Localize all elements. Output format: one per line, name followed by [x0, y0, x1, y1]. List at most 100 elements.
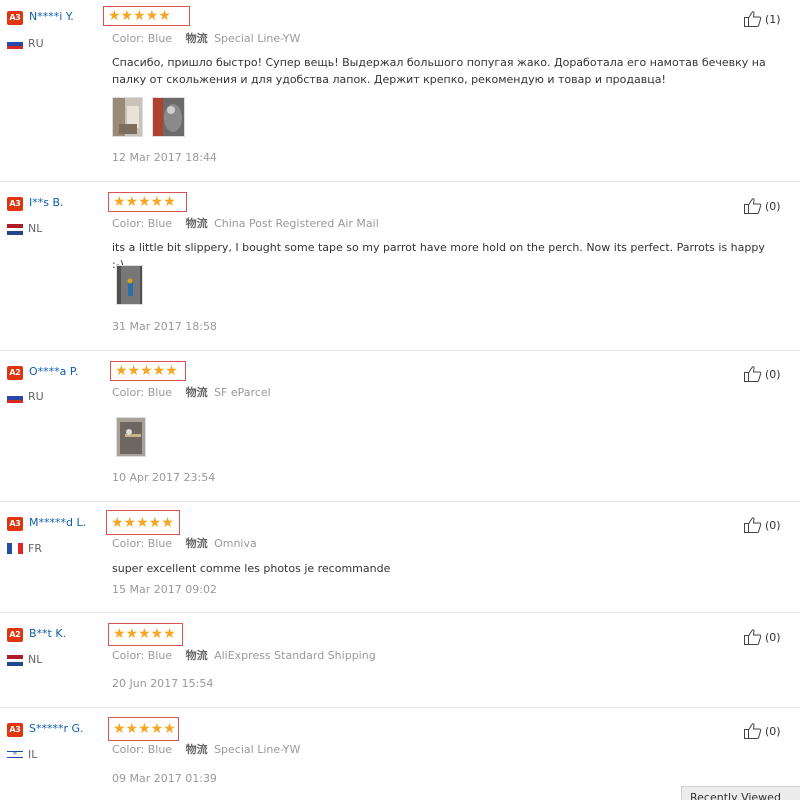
order-info: Color: Blue 物流 SF eParcel — [112, 386, 271, 400]
reviewer-name[interactable]: B**t K. — [29, 627, 66, 641]
country-flag-icon: ✡ — [7, 749, 23, 760]
color-label: Color: — [112, 217, 145, 230]
helpful-button[interactable]: (0) — [743, 515, 793, 535]
shipping-label: 物流 — [185, 743, 208, 756]
thumbs-up-icon — [744, 366, 762, 382]
rating-stars: ★★★★★ — [113, 626, 176, 642]
color-value: Blue — [147, 649, 173, 662]
divider — [0, 181, 800, 182]
order-info: Color: Blue 物流 China Post Registered Air… — [112, 217, 379, 231]
reviewer-name[interactable]: S*****r G. — [29, 722, 84, 736]
thumbs-up-icon — [744, 198, 762, 214]
divider — [0, 501, 800, 502]
shipping-value: Special Line-YW — [214, 32, 301, 45]
photo-image — [113, 98, 142, 136]
reviewer-country: NL — [28, 653, 43, 666]
reviewer-country: IL — [28, 748, 38, 761]
country-flag-icon — [7, 38, 23, 49]
reviewer-country: NL — [28, 222, 43, 235]
helpful-button[interactable]: (0) — [743, 627, 793, 647]
review-date: 09 Mar 2017 01:39 — [112, 772, 217, 785]
rating-stars: ★★★★★ — [115, 363, 178, 379]
review-photo-thumbnail[interactable] — [152, 97, 185, 137]
photo-image — [117, 266, 142, 304]
divider — [0, 707, 800, 708]
rating-highlight: ★★★★★ — [108, 192, 187, 212]
review-date: 10 Apr 2017 23:54 — [112, 471, 216, 484]
helpful-count: (0) — [765, 368, 781, 381]
shipping-label: 物流 — [185, 32, 208, 45]
reviewer-country: RU — [28, 390, 44, 403]
order-info: Color: Blue 物流 Special Line-YW — [112, 32, 300, 46]
country-flag-icon — [7, 392, 23, 403]
helpful-button[interactable]: (1) — [743, 9, 793, 29]
shipping-value: AliExpress Standard Shipping — [214, 649, 376, 662]
helpful-button[interactable]: (0) — [743, 721, 793, 741]
recently-viewed-label: Recently Viewed — [690, 791, 781, 800]
helpful-count: (0) — [765, 200, 781, 213]
rating-stars: ★★★★★ — [113, 721, 176, 737]
shipping-label: 物流 — [185, 386, 208, 399]
helpful-button[interactable]: (0) — [743, 196, 793, 216]
order-info: Color: Blue 物流 Special Line-YW — [112, 743, 300, 757]
shipping-label: 物流 — [185, 537, 208, 550]
country-flag-icon — [7, 224, 23, 235]
reviewer-name[interactable]: O****a P. — [29, 365, 78, 379]
shipping-value: SF eParcel — [214, 386, 271, 399]
thumbs-up-icon — [744, 11, 762, 27]
thumbs-up-icon — [744, 629, 762, 645]
photo-image — [153, 98, 184, 136]
thumbs-up-icon — [744, 723, 762, 739]
order-info: Color: Blue 物流 AliExpress Standard Shipp… — [112, 649, 376, 663]
buyer-level-badge: A3 — [7, 517, 23, 531]
color-label: Color: — [112, 649, 145, 662]
rating-stars: ★★★★★ — [108, 8, 171, 24]
buyer-level-badge: A3 — [7, 11, 23, 25]
reviewer-name[interactable]: M*****d L. — [29, 516, 86, 530]
divider — [0, 350, 800, 351]
thumbs-up-icon — [744, 517, 762, 533]
rating-highlight: ★★★★★ — [103, 6, 190, 26]
review-date: 31 Mar 2017 18:58 — [112, 320, 217, 333]
reviewer-name[interactable]: I**s B. — [29, 196, 64, 210]
helpful-count: (0) — [765, 725, 781, 738]
buyer-level-badge: A3 — [7, 197, 23, 211]
color-value: Blue — [147, 32, 173, 45]
rating-stars: ★★★★★ — [113, 194, 176, 210]
review-photo-thumbnail[interactable] — [116, 417, 146, 457]
shipping-value: China Post Registered Air Mail — [214, 217, 379, 230]
helpful-count: (0) — [765, 519, 781, 532]
rating-highlight: ★★★★★ — [108, 717, 179, 741]
helpful-count: (1) — [765, 13, 781, 26]
review-text: its a little bit slippery, I bought some… — [112, 241, 765, 271]
reviewer-name[interactable]: N****i Y. — [29, 10, 74, 24]
divider — [0, 612, 800, 613]
color-label: Color: — [112, 32, 145, 45]
helpful-count: (0) — [765, 631, 781, 644]
color-value: Blue — [147, 743, 173, 756]
shipping-value: Omniva — [214, 537, 257, 550]
reviewer-country: RU — [28, 37, 44, 50]
recently-viewed-tab[interactable]: Recently Viewed — [681, 786, 800, 800]
review-date: 12 Mar 2017 18:44 — [112, 151, 217, 164]
review-text: Спасибо, пришло быстро! Супер вещь! Выде… — [112, 56, 766, 86]
review-date: 20 Jun 2017 15:54 — [112, 677, 214, 690]
review-date: 15 Mar 2017 09:02 — [112, 583, 217, 596]
color-value: Blue — [147, 537, 173, 550]
country-flag-icon — [7, 543, 23, 554]
color-label: Color: — [112, 537, 145, 550]
color-value: Blue — [147, 386, 173, 399]
review-photo-thumbnail[interactable] — [116, 265, 143, 305]
buyer-level-badge: A2 — [7, 628, 23, 642]
review-photo-thumbnail[interactable] — [112, 97, 143, 137]
review-text: super excellent comme les photos je reco… — [112, 562, 391, 575]
reviewer-country: FR — [28, 542, 42, 555]
rating-highlight: ★★★★★ — [106, 510, 180, 535]
shipping-value: Special Line-YW — [214, 743, 301, 756]
country-flag-icon — [7, 655, 23, 666]
color-label: Color: — [112, 743, 145, 756]
color-value: Blue — [147, 217, 173, 230]
buyer-level-badge: A3 — [7, 723, 23, 737]
rating-highlight: ★★★★★ — [110, 361, 186, 381]
helpful-button[interactable]: (0) — [743, 364, 793, 384]
